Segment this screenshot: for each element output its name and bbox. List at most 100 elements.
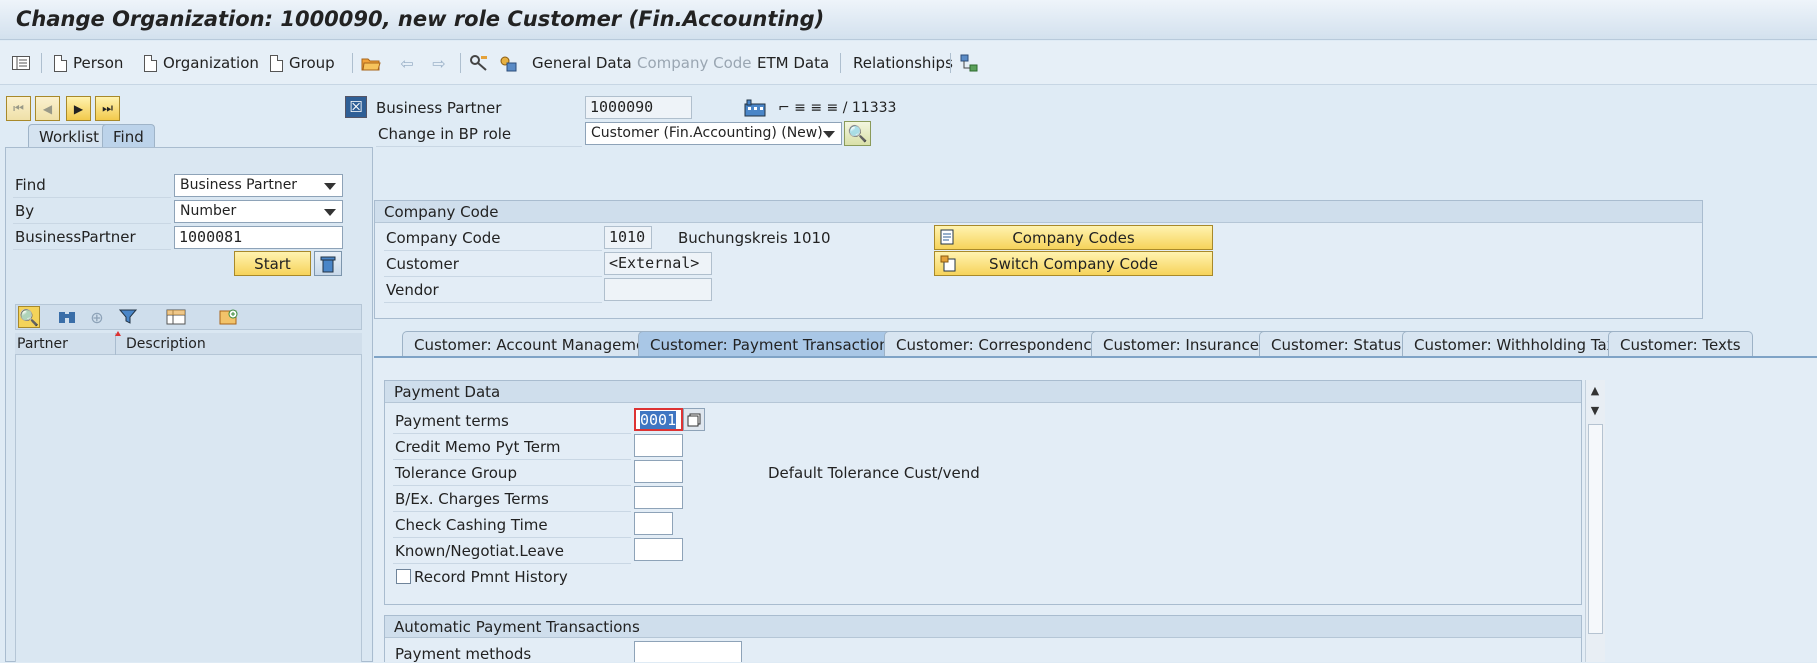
tab-account-management[interactable]: Customer: Account Management <box>402 331 673 356</box>
company-code-description: Buchungskreis 1010 <box>678 229 831 247</box>
document-icon <box>270 54 283 72</box>
tab-status[interactable]: Customer: Status <box>1259 331 1414 356</box>
tab-find[interactable]: Find <box>102 124 155 148</box>
tolerance-group-field[interactable] <box>634 460 683 483</box>
by-label: By <box>15 202 35 220</box>
tab-worklist[interactable]: Worklist <box>28 124 111 148</box>
bp-role-select[interactable]: Customer (Fin.Accounting) (New) <box>585 122 842 145</box>
hide-locator-icon[interactable]: ☒ <box>345 96 367 118</box>
payment-methods-field[interactable] <box>634 641 742 662</box>
tab-insurance[interactable]: Customer: Insurance <box>1091 331 1272 356</box>
business-partner-search-input[interactable]: 1000081 <box>174 226 343 249</box>
column-header-description[interactable]: Description <box>126 336 206 352</box>
application-toolbar: Person Organization Group ⇦ ⇨ General Da… <box>0 41 1817 85</box>
company-code-label: Company Code <box>386 229 501 247</box>
next-record-button[interactable]: ▶ <box>66 96 91 121</box>
bp-role-label: Change in BP role <box>378 125 512 143</box>
window-title: Change Organization: 1000090, new role C… <box>16 7 825 31</box>
payment-terms-field[interactable]: 0001 <box>634 408 683 431</box>
credit-memo-field[interactable] <box>634 434 683 457</box>
by-select[interactable]: Number <box>174 200 343 223</box>
record-payment-history-label: Record Pmnt History <box>414 568 568 586</box>
find-select[interactable]: Business Partner <box>174 174 343 197</box>
tab-texts[interactable]: Customer: Texts <box>1608 331 1753 356</box>
known-negotiated-leave-field[interactable] <box>634 538 683 561</box>
value-help-icon[interactable] <box>683 408 705 431</box>
back-arrow-icon[interactable]: ⇦ <box>396 52 418 74</box>
payment-methods-label: Payment methods <box>395 645 532 663</box>
relationships-button[interactable]: Relationships <box>853 52 953 74</box>
tolerance-group-label: Tolerance Group <box>395 464 517 482</box>
forward-arrow-icon[interactable]: ⇨ <box>428 52 450 74</box>
next-icon: ▶ <box>73 101 84 116</box>
first-icon: ⏮ <box>13 101 24 115</box>
document-icon <box>54 54 67 72</box>
role-details-icon[interactable]: 🔍 <box>844 121 871 146</box>
find-next-icon[interactable]: ⊕ <box>86 306 108 328</box>
etm-data-button[interactable]: ETM Data <box>757 52 829 74</box>
trash-icon <box>320 256 336 272</box>
organization-building-icon <box>744 97 766 119</box>
delete-button[interactable] <box>314 251 342 276</box>
document-icon <box>144 54 157 72</box>
credit-memo-label: Credit Memo Pyt Term <box>395 438 561 456</box>
display-change-icon[interactable] <box>468 52 490 74</box>
tab-withholding-tax[interactable]: Customer: Withholding Tax <box>1402 331 1628 356</box>
check-cashing-label: Check Cashing Time <box>395 516 548 534</box>
start-button[interactable]: Start <box>234 251 311 276</box>
find-label: Find <box>15 176 46 194</box>
group-button[interactable]: Group <box>270 52 335 74</box>
company-code-field[interactable]: 1010 <box>604 226 652 249</box>
layout-icon[interactable] <box>165 306 187 328</box>
organization-button[interactable]: Organization <box>144 52 259 74</box>
chevron-down-icon <box>324 183 336 190</box>
record-payment-history-checkbox[interactable] <box>396 569 411 584</box>
last-icon: ⏭ <box>102 101 113 115</box>
previous-icon: ◀ <box>42 101 53 116</box>
business-partner-label: Business Partner <box>376 99 502 117</box>
details-icon[interactable]: 🔍 <box>18 306 40 328</box>
title-bar: Change Organization: 1000090, new role C… <box>0 0 1817 40</box>
business-partner-search-label: BusinessPartner <box>15 228 136 246</box>
tab-correspondence[interactable]: Customer: Correspondence <box>884 331 1113 356</box>
check-cashing-field[interactable] <box>634 512 673 535</box>
bex-charges-field[interactable] <box>634 486 683 509</box>
switch-icon <box>939 254 957 276</box>
customer-field[interactable]: <External> <box>604 252 712 275</box>
vendor-field[interactable] <box>604 278 712 301</box>
column-header-partner[interactable]: Partner <box>17 336 68 352</box>
payment-data-title: Payment Data <box>385 381 1581 403</box>
add-favorite-icon[interactable] <box>218 306 240 328</box>
previous-record-button[interactable]: ◀ <box>35 96 60 121</box>
company-code-button[interactable]: Company Code <box>637 52 752 74</box>
find-binoculars-icon[interactable] <box>56 306 78 328</box>
known-negotiated-leave-label: Known/Negotiat.Leave <box>395 542 565 560</box>
general-data-button[interactable]: General Data <box>532 52 632 74</box>
vendor-label: Vendor <box>386 281 439 299</box>
switch-company-code-button[interactable]: Switch Company Code <box>934 251 1213 276</box>
scroll-down-icon[interactable]: ▼ <box>1587 402 1603 418</box>
scrollbar-thumb[interactable] <box>1588 424 1603 634</box>
last-record-button[interactable]: ⏭ <box>95 96 120 121</box>
bex-charges-label: B/Ex. Charges Terms <box>395 490 549 508</box>
business-partner-field[interactable]: 1000090 <box>585 96 692 119</box>
payment-terms-label: Payment terms <box>395 412 509 430</box>
first-record-button[interactable]: ⏮ <box>6 96 31 121</box>
result-list <box>15 333 362 662</box>
company-code-group-title: Company Code <box>375 201 1702 223</box>
menu-list-icon[interactable] <box>10 52 32 74</box>
chevron-down-icon <box>823 131 835 138</box>
open-folder-icon[interactable] <box>360 52 382 74</box>
tolerance-group-description: Default Tolerance Cust/vend <box>768 464 980 482</box>
tab-payment-transactions[interactable]: Customer: Payment Transactions <box>638 331 909 356</box>
customer-label: Customer <box>386 255 459 273</box>
relationship-hierarchy-icon[interactable] <box>958 52 980 74</box>
company-codes-icon <box>939 228 957 250</box>
filter-icon[interactable] <box>117 306 139 328</box>
automatic-payment-title: Automatic Payment Transactions <box>385 616 1581 638</box>
partner-counter: ⌐ ≡ ≡ ≡ / 11333 <box>778 100 897 116</box>
person-button[interactable]: Person <box>54 52 123 74</box>
scroll-up-icon[interactable]: ▲ <box>1587 382 1603 398</box>
company-codes-button[interactable]: Company Codes <box>934 225 1213 250</box>
other-object-icon[interactable] <box>497 52 519 74</box>
